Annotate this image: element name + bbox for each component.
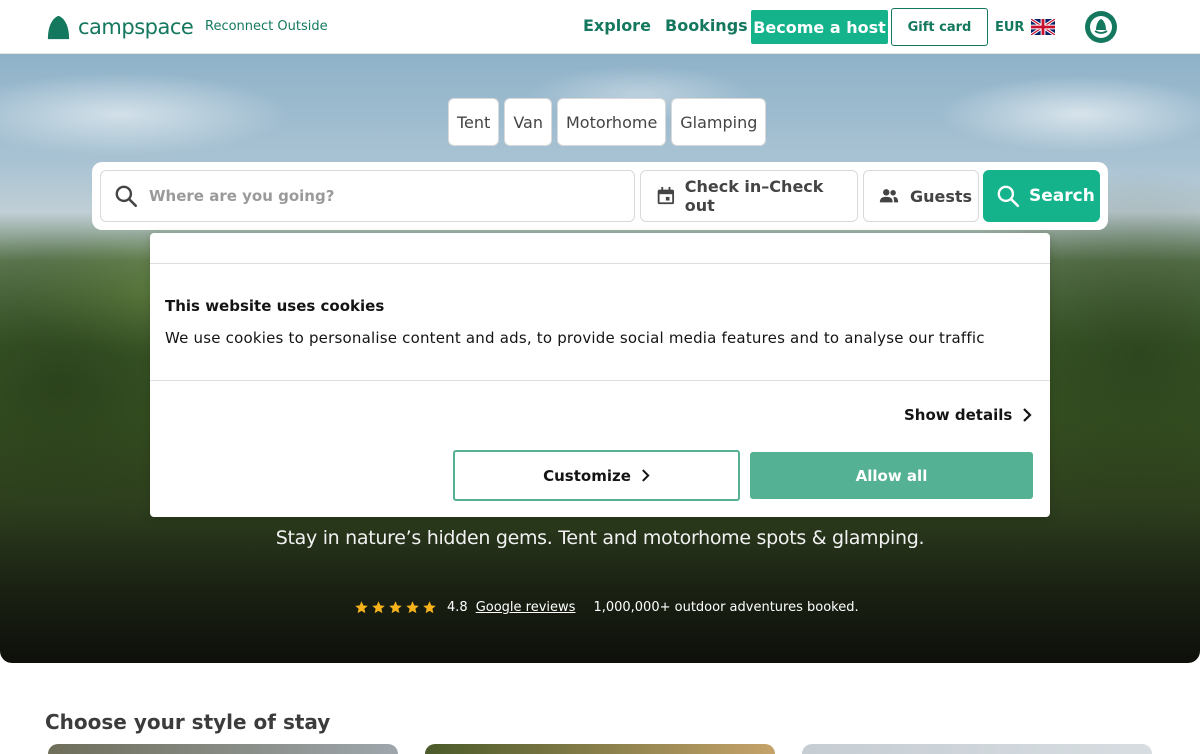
booked-count: 1,000,000+ outdoor adventures booked. [593,600,859,615]
search-button[interactable]: Search [983,170,1100,222]
search-icon [115,185,138,208]
reviews-bar: 4.8 Google reviews 1,000,000+ outdoor ad… [354,600,859,615]
cookie-title: This website uses cookies [165,297,385,315]
nav-explore-link[interactable]: Explore [583,16,651,35]
chip-motorhome[interactable]: Motorhome [556,98,667,146]
customize-button[interactable]: Customize [453,450,740,501]
star-icon [406,601,419,614]
star-icon [372,601,385,614]
chip-glamping[interactable]: Glamping [671,98,767,146]
show-details-label: Show details [904,406,1013,424]
allow-all-button[interactable]: Allow all [750,452,1033,499]
stay-type-chips: Tent Van Motorhome Glamping [448,98,767,146]
logo-text: campspace [78,15,194,39]
show-details-link[interactable]: Show details [904,406,1032,424]
become-host-button[interactable]: Become a host [751,10,888,44]
uk-flag-icon [1031,19,1056,35]
search-button-label: Search [1029,186,1095,206]
date-picker-field[interactable]: Check in–Check out [640,170,858,222]
gift-card-button[interactable]: Gift card [891,8,988,46]
divider [150,263,1050,264]
stay-style-card[interactable] [48,744,398,754]
nav-bookings-link[interactable]: Bookings [665,16,748,35]
section-title: Choose your style of stay [45,710,331,734]
campspace-logo-icon [47,15,70,39]
date-label: Check in–Check out [684,177,824,215]
google-reviews-link[interactable]: Google reviews [476,600,576,615]
star-icon [389,601,402,614]
star-icon [355,601,368,614]
guests-field[interactable]: Guests [863,170,979,222]
stay-style-card[interactable] [802,744,1152,754]
tagline: Reconnect Outside [205,19,328,34]
divider [150,380,1050,381]
chevron-right-icon [641,469,650,482]
search-icon [997,185,1020,208]
site-header: campspace Reconnect Outside Explore Book… [0,0,1200,54]
guests-label: Guests [910,186,973,206]
destination-input[interactable] [149,187,619,205]
rating-stars [354,600,437,615]
calendar-icon [657,186,675,205]
user-avatar[interactable] [1085,11,1117,43]
search-bar: Check in–Check out Guests Search [92,162,1108,230]
chip-van[interactable]: Van [504,98,552,146]
customize-label: Customize [543,466,631,485]
hero-subtitle: Stay in nature’s hidden gems. Tent and m… [275,527,925,549]
cookie-text: We use cookies to personalise content an… [165,329,985,347]
logo[interactable]: campspace [45,13,194,41]
rating-score: 4.8 [447,600,468,615]
chip-tent[interactable]: Tent [448,98,500,146]
chevron-right-icon [1023,408,1032,422]
currency-selector[interactable]: EUR [995,19,1056,35]
star-icon [423,601,436,614]
currency-label: EUR [995,19,1025,35]
guests-icon [879,189,899,203]
cookie-consent-dialog: This website uses cookies We use cookies… [150,233,1050,517]
user-icon [1090,16,1112,38]
destination-field[interactable] [100,170,635,222]
stay-style-card[interactable] [425,744,775,754]
